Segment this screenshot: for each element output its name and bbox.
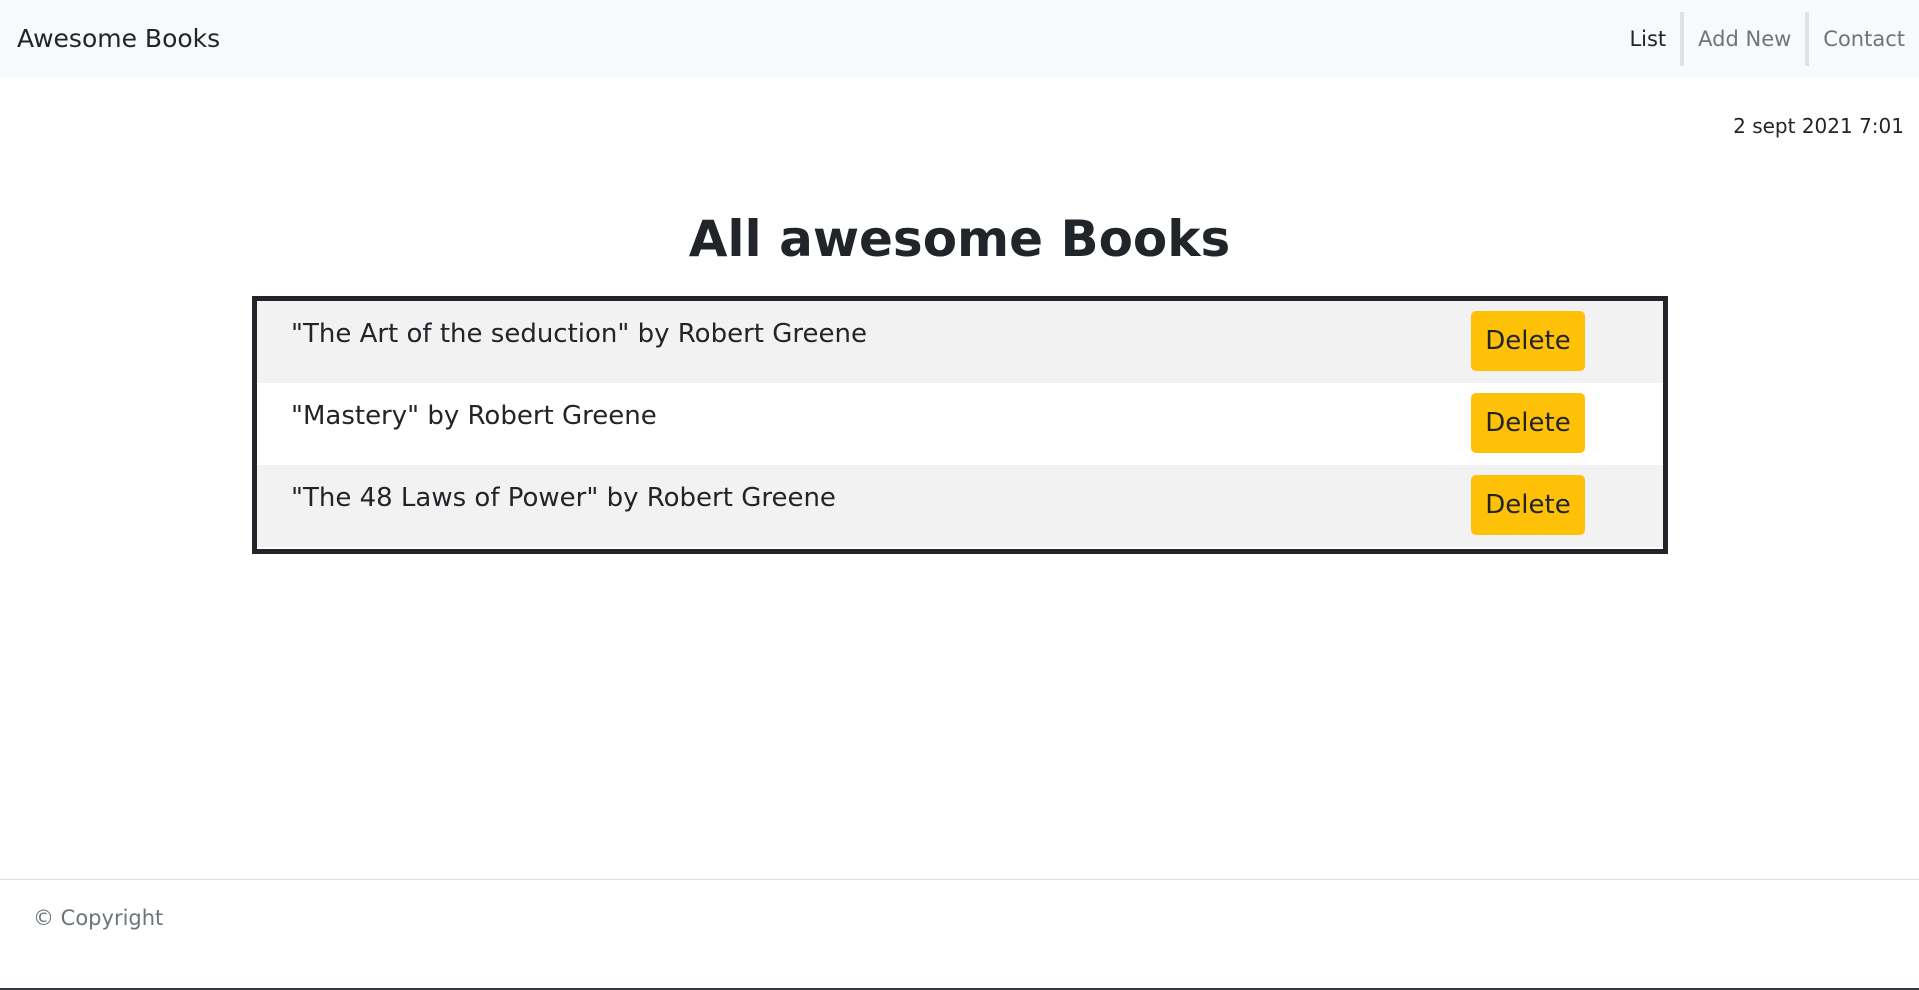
book-title: "The 48 Laws of Power" by Robert Greene bbox=[291, 483, 836, 513]
nav-link-add-new[interactable]: Add New bbox=[1684, 12, 1805, 66]
current-date: 2 sept 2021 7:01 bbox=[1733, 114, 1904, 138]
book-row: "Mastery" by Robert Greene Delete bbox=[257, 383, 1663, 465]
book-list: "The Art of the seduction" by Robert Gre… bbox=[252, 296, 1668, 554]
nav-link-contact[interactable]: Contact bbox=[1809, 12, 1919, 66]
book-row: "The 48 Laws of Power" by Robert Greene … bbox=[257, 465, 1663, 547]
book-title: "The Art of the seduction" by Robert Gre… bbox=[291, 319, 867, 349]
brand-logo[interactable]: Awesome Books bbox=[17, 0, 220, 77]
book-row: "The Art of the seduction" by Robert Gre… bbox=[257, 301, 1663, 383]
navbar: Awesome Books List Add New Contact bbox=[0, 0, 1919, 77]
delete-button[interactable]: Delete bbox=[1471, 311, 1585, 371]
delete-button[interactable]: Delete bbox=[1471, 393, 1585, 453]
nav-link-list[interactable]: List bbox=[1615, 12, 1680, 66]
copyright-text: © Copyright bbox=[33, 906, 164, 930]
page-title: All awesome Books bbox=[688, 210, 1231, 268]
book-title: "Mastery" by Robert Greene bbox=[291, 401, 657, 431]
footer-divider bbox=[0, 879, 1919, 880]
nav-links: List Add New Contact bbox=[1615, 0, 1919, 77]
delete-button[interactable]: Delete bbox=[1471, 475, 1585, 535]
